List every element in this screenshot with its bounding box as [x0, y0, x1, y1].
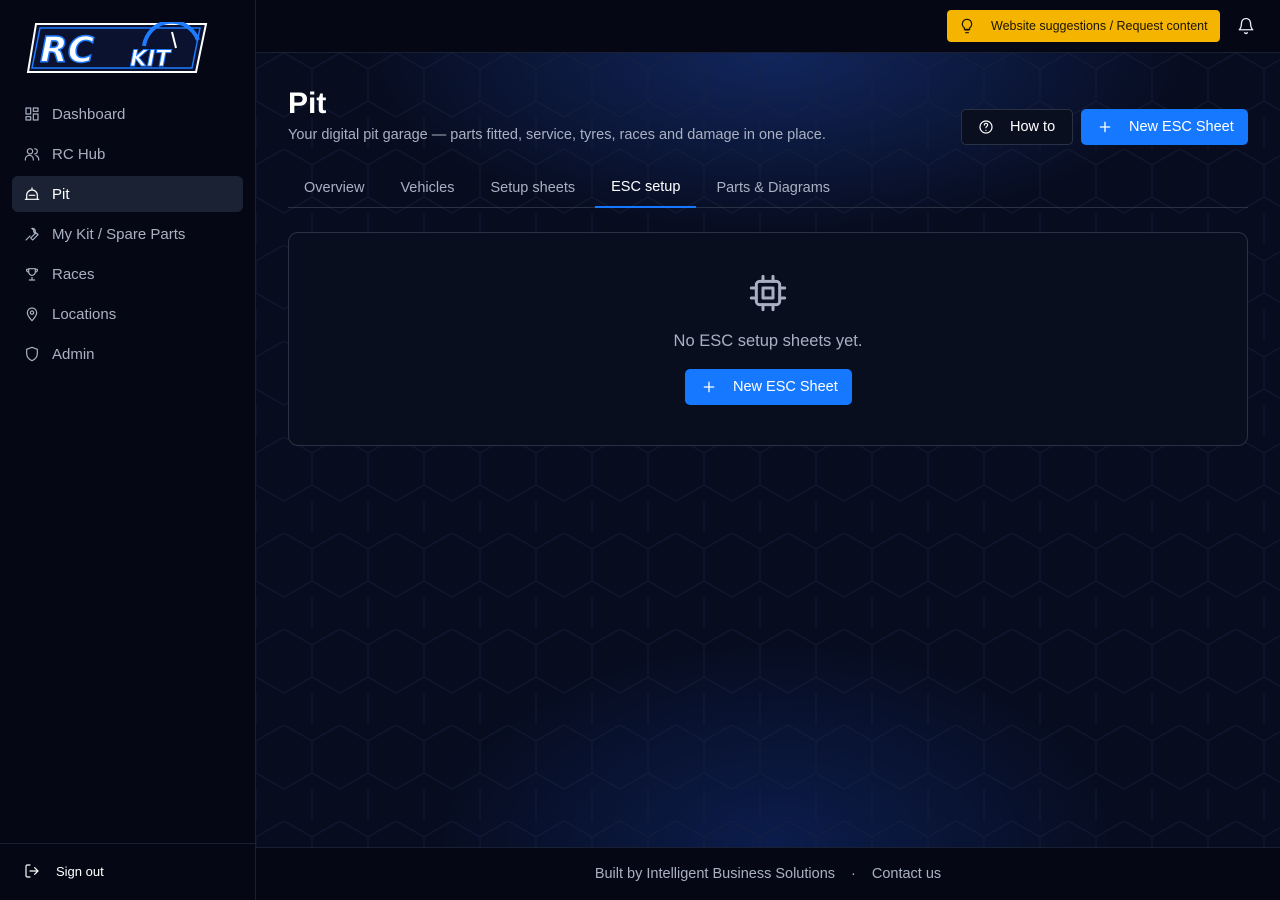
sidebar-item-admin[interactable]: Admin — [12, 336, 243, 372]
new-esc-sheet-button[interactable]: New ESC Sheet — [1081, 109, 1248, 145]
sidebar-item-label: My Kit / Spare Parts — [52, 225, 186, 243]
website-suggestions-label: Website suggestions / Request content — [991, 19, 1208, 33]
pit-tabs: Overview Vehicles Setup sheets ESC setup… — [288, 169, 1248, 208]
sidebar-nav: Dashboard RC Hub Pit My Kit / Spare Part… — [12, 96, 243, 376]
empty-state-message: No ESC setup sheets yet. — [673, 332, 863, 350]
map-pin-icon — [24, 306, 40, 322]
help-circle-icon — [979, 120, 993, 134]
how-to-label: How to — [1010, 119, 1056, 135]
new-esc-sheet-label: New ESC Sheet — [1129, 119, 1234, 135]
users-icon — [24, 146, 40, 162]
sidebar-item-my-kit[interactable]: My Kit / Spare Parts — [12, 216, 243, 252]
page-title: Pit — [288, 87, 327, 120]
svg-text:KIT: KIT — [130, 47, 172, 72]
rc-kit-logo[interactable]: RC KIT — [26, 19, 208, 74]
sidebar-item-dashboard[interactable]: Dashboard — [12, 96, 243, 132]
sign-out-label: Sign out — [56, 863, 104, 879]
built-by-text: Built by Intelligent Business Solutions — [594, 866, 836, 882]
dashboard-icon — [24, 106, 40, 122]
sidebar-item-label: Races — [52, 265, 95, 283]
topbar: Website suggestions / Request content — [256, 0, 1280, 53]
page-subtitle: Your digital pit garage — parts fitted, … — [288, 127, 826, 143]
bell-icon[interactable] — [1237, 17, 1255, 35]
sidebar-item-label: Admin — [52, 345, 95, 363]
sidebar-footer: Sign out — [0, 843, 255, 900]
sidebar-item-label: Pit — [52, 185, 70, 203]
main-content: Pit Your digital pit garage — parts fitt… — [256, 53, 1280, 847]
wrench-icon — [24, 226, 40, 242]
sidebar-item-pit[interactable]: Pit — [12, 176, 243, 212]
pit-icon — [24, 186, 40, 202]
shield-icon — [24, 346, 40, 362]
sidebar-item-label: Dashboard — [52, 105, 126, 123]
tab-overview[interactable]: Overview — [288, 169, 380, 208]
sign-out-button[interactable]: Sign out — [24, 863, 104, 879]
logout-icon — [25, 864, 39, 878]
chip-icon — [748, 273, 788, 313]
footer: Built by Intelligent Business Solutions … — [256, 847, 1280, 900]
website-suggestions-button[interactable]: Website suggestions / Request content — [947, 10, 1220, 42]
sidebar: RC KIT Dashboard RC Hub Pit My Kit / Spa… — [0, 0, 256, 900]
sidebar-item-label: RC Hub — [52, 145, 106, 163]
plus-icon — [1099, 121, 1111, 133]
how-to-button[interactable]: How to — [961, 109, 1073, 145]
contact-us-link[interactable]: Contact us — [872, 866, 941, 882]
tab-vehicles[interactable]: Vehicles — [384, 169, 470, 208]
empty-new-esc-sheet-label: New ESC Sheet — [733, 379, 838, 395]
sidebar-item-rc-hub[interactable]: RC Hub — [12, 136, 243, 172]
tab-setup-sheets[interactable]: Setup sheets — [474, 169, 591, 208]
sidebar-item-races[interactable]: Races — [12, 256, 243, 292]
svg-text:RC: RC — [40, 30, 95, 71]
trophy-icon — [24, 266, 40, 282]
tab-parts-diagrams[interactable]: Parts & Diagrams — [700, 169, 846, 208]
sidebar-item-label: Locations — [52, 305, 117, 323]
empty-new-esc-sheet-button[interactable]: New ESC Sheet — [685, 369, 852, 405]
sidebar-item-locations[interactable]: Locations — [12, 296, 243, 332]
empty-state-card: No ESC setup sheets yet. New ESC Sheet — [288, 232, 1248, 446]
footer-separator: · — [851, 866, 856, 882]
plus-icon — [703, 381, 715, 393]
tab-esc-setup[interactable]: ESC setup — [595, 169, 697, 208]
lightbulb-icon — [961, 18, 973, 34]
